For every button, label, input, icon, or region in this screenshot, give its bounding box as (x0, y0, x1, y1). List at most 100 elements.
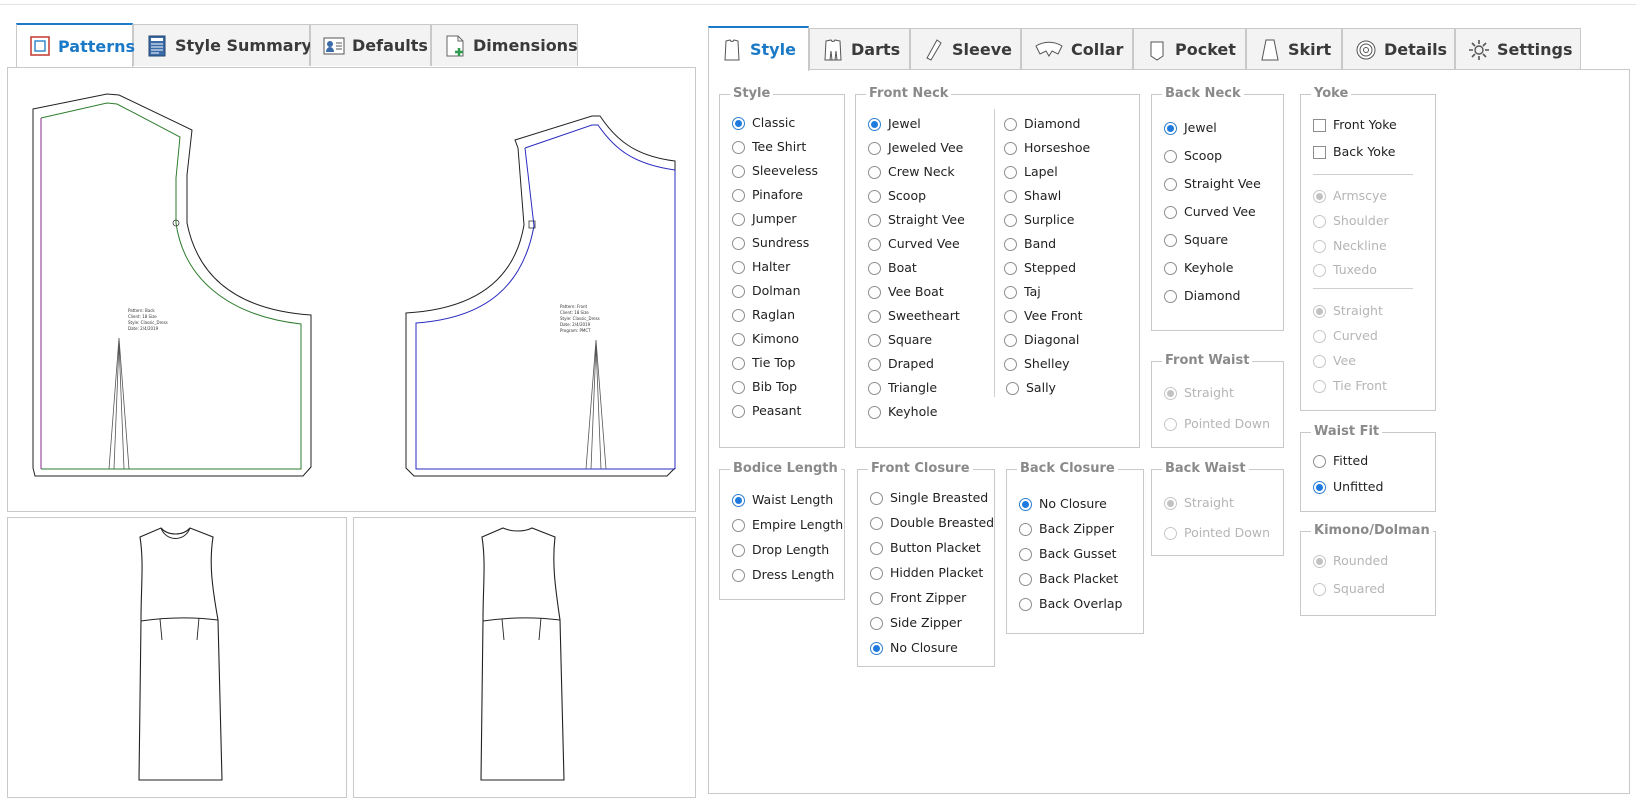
tab-collar[interactable]: Collar (1021, 28, 1133, 70)
front-neck-horseshoe[interactable]: Horseshoe (1004, 141, 1090, 155)
yoke-vee[interactable]: Vee (1313, 354, 1356, 368)
front-closure-no-closure[interactable]: No Closure (870, 641, 958, 655)
back-neck-curved-vee[interactable]: Curved Vee (1164, 205, 1256, 219)
front-neck-crew-neck[interactable]: Crew Neck (868, 165, 955, 179)
yoke-tuxedo[interactable]: Tuxedo (1313, 263, 1377, 277)
front-neck-boat[interactable]: Boat (868, 261, 917, 275)
front-neck-straight-vee[interactable]: Straight Vee (868, 213, 965, 227)
yoke-straight[interactable]: Straight (1313, 304, 1383, 318)
front-neck-shawl[interactable]: Shawl (1004, 189, 1061, 203)
back-closure-no-closure[interactable]: No Closure (1019, 497, 1107, 511)
front-neck-lapel[interactable]: Lapel (1004, 165, 1058, 179)
front-neck-vee-front[interactable]: Vee Front (1004, 309, 1083, 323)
bodice-dress-length[interactable]: Dress Length (732, 568, 834, 582)
front-neck-sweetheart[interactable]: Sweetheart (868, 309, 960, 323)
yoke-shoulder[interactable]: Shoulder (1313, 214, 1389, 228)
back-neck-scoop[interactable]: Scoop (1164, 149, 1222, 163)
dress-front-view[interactable] (7, 517, 347, 798)
pattern-view[interactable]: Pattern: Back Client: 18 Size Style: Cla… (7, 67, 696, 512)
front-neck-curved-vee[interactable]: Curved Vee (868, 237, 960, 251)
tab-style-summary[interactable]: Style Summary (133, 24, 312, 66)
front-closure-front-zipper[interactable]: Front Zipper (870, 591, 966, 605)
back-closure-back-placket[interactable]: Back Placket (1019, 572, 1118, 586)
front-neck-band[interactable]: Band (1004, 237, 1056, 251)
front-neck-triangle[interactable]: Triangle (868, 381, 937, 395)
bodice-waist-length[interactable]: Waist Length (732, 493, 833, 507)
style-option-bib-top[interactable]: Bib Top (732, 380, 797, 394)
tab-skirt[interactable]: Skirt (1246, 28, 1342, 70)
bodice-empire-length[interactable]: Empire Length (732, 518, 843, 532)
style-option-classic[interactable]: Classic (732, 116, 795, 130)
radio-icon (1313, 214, 1326, 228)
front-neck-diagonal[interactable]: Diagonal (1004, 333, 1079, 347)
style-option-sundress[interactable]: Sundress (732, 236, 809, 250)
yoke-neckline[interactable]: Neckline (1313, 239, 1387, 253)
front-neck-keyhole[interactable]: Keyhole (868, 405, 937, 419)
style-option-raglan[interactable]: Raglan (732, 308, 795, 322)
front-neck-vee-boat[interactable]: Vee Boat (868, 285, 944, 299)
front-neck-diamond[interactable]: Diamond (1004, 117, 1080, 131)
style-group: Style Classic Tee Shirt Sleeveless Pinaf… (719, 86, 845, 448)
waist-fit-unfitted[interactable]: Unfitted (1313, 480, 1383, 494)
back-closure-back-gusset[interactable]: Back Gusset (1019, 547, 1117, 561)
back-neck-jewel[interactable]: Jewel (1164, 121, 1217, 135)
front-neck-surplice[interactable]: Surplice (1004, 213, 1074, 227)
front-neck-draped[interactable]: Draped (868, 357, 934, 371)
front-closure-hidden-placket[interactable]: Hidden Placket (870, 566, 983, 580)
tab-style[interactable]: Style (708, 26, 809, 71)
tab-defaults-label: Defaults (352, 36, 428, 55)
back-waist-straight[interactable]: Straight (1164, 496, 1234, 510)
style-option-tie-top[interactable]: Tie Top (732, 356, 795, 370)
radio-icon (1019, 547, 1032, 561)
radio-icon (1019, 497, 1032, 511)
back-closure-back-zipper[interactable]: Back Zipper (1019, 522, 1114, 536)
style-option-jumper[interactable]: Jumper (732, 212, 797, 226)
back-closure-back-overlap[interactable]: Back Overlap (1019, 597, 1122, 611)
front-closure-button-placket[interactable]: Button Placket (870, 541, 981, 555)
front-waist-straight[interactable]: Straight (1164, 386, 1234, 400)
back-neck-keyhole[interactable]: Keyhole (1164, 261, 1233, 275)
front-neck-sally[interactable]: Sally (1006, 381, 1056, 395)
tab-sleeve[interactable]: Sleeve (910, 28, 1021, 70)
kimono-squared[interactable]: Squared (1313, 582, 1385, 596)
kimono-rounded[interactable]: Rounded (1313, 554, 1388, 568)
style-option-sleeveless[interactable]: Sleeveless (732, 164, 818, 178)
bodice-drop-length[interactable]: Drop Length (732, 543, 829, 557)
front-closure-single-breasted[interactable]: Single Breasted (870, 491, 988, 505)
yoke-curved[interactable]: Curved (1313, 329, 1378, 343)
waist-fit-fitted[interactable]: Fitted (1313, 454, 1368, 468)
yoke-armscye[interactable]: Armscye (1313, 189, 1387, 203)
dress-back-view[interactable] (353, 517, 696, 798)
style-option-pinafore[interactable]: Pinafore (732, 188, 803, 202)
style-option-dolman[interactable]: Dolman (732, 284, 801, 298)
front-neck-jewel[interactable]: Jewel (868, 117, 921, 131)
tab-patterns[interactable]: Patterns (16, 23, 135, 67)
style-option-peasant[interactable]: Peasant (732, 404, 801, 418)
front-neck-stepped[interactable]: Stepped (1004, 261, 1076, 275)
back-neck-square[interactable]: Square (1164, 233, 1228, 247)
back-neck-straight-vee[interactable]: Straight Vee (1164, 177, 1261, 191)
tab-dimensions[interactable]: Dimensions (431, 24, 578, 66)
tab-defaults[interactable]: Defaults (310, 24, 431, 66)
style-option-kimono[interactable]: Kimono (732, 332, 799, 346)
front-yoke-checkbox[interactable]: Front Yoke (1313, 118, 1397, 132)
style-option-tee-shirt[interactable]: Tee Shirt (732, 140, 806, 154)
tab-darts[interactable]: Darts (809, 28, 910, 70)
back-waist-pointed-down[interactable]: Pointed Down (1164, 526, 1270, 540)
front-neck-scoop[interactable]: Scoop (868, 189, 926, 203)
tab-pocket[interactable]: Pocket (1133, 28, 1246, 70)
front-waist-pointed-down[interactable]: Pointed Down (1164, 417, 1270, 431)
front-closure-double-breasted[interactable]: Double Breasted (870, 516, 994, 530)
front-neck-taj[interactable]: Taj (1004, 285, 1041, 299)
tab-details[interactable]: Details (1342, 28, 1455, 70)
yoke-tie-front[interactable]: Tie Front (1313, 379, 1387, 393)
front-neck-square[interactable]: Square (868, 333, 932, 347)
front-closure-side-zipper[interactable]: Side Zipper (870, 616, 962, 630)
front-neck-shelley[interactable]: Shelley (1004, 357, 1070, 371)
tab-settings[interactable]: Settings (1455, 28, 1581, 70)
front-neck-jeweled-vee[interactable]: Jeweled Vee (868, 141, 963, 155)
style-option-halter[interactable]: Halter (732, 260, 790, 274)
tab-settings-label: Settings (1497, 40, 1573, 59)
back-yoke-checkbox[interactable]: Back Yoke (1313, 145, 1395, 159)
back-neck-diamond[interactable]: Diamond (1164, 289, 1240, 303)
